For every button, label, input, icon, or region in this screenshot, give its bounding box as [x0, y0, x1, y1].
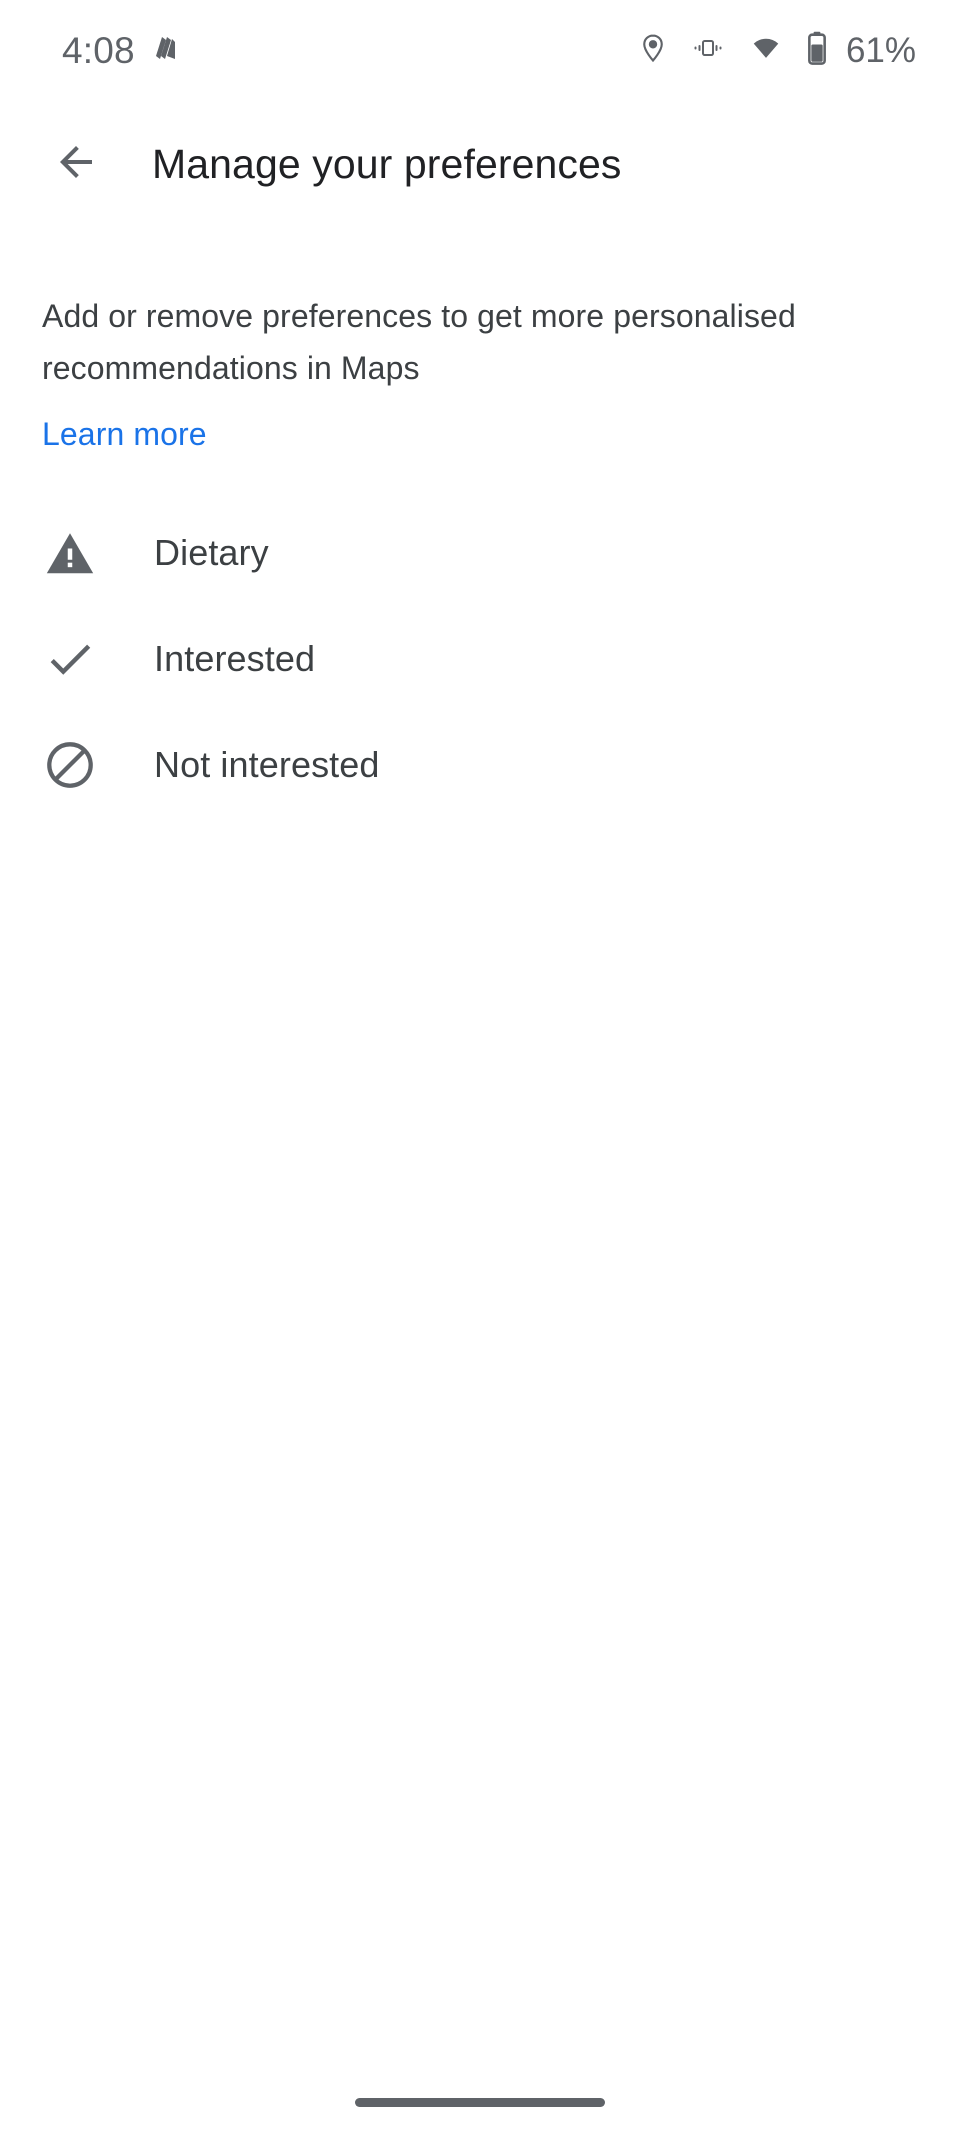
location-pin-icon — [638, 31, 668, 70]
warning-triangle-icon — [40, 523, 100, 583]
list-item-label: Not interested — [154, 744, 380, 785]
gesture-nav-handle[interactable] — [355, 2097, 605, 2107]
back-arrow-icon — [52, 138, 100, 191]
list-item-not-interested[interactable]: Not interested — [0, 712, 960, 818]
vibrate-icon — [690, 34, 726, 67]
status-bar-clock: 4:08 — [62, 29, 135, 71]
gesture-nav-bar — [0, 2062, 960, 2142]
list-item-label: Dietary — [154, 532, 269, 573]
battery-percentage: 61% — [845, 30, 916, 70]
page-title: Manage your preferences — [152, 140, 622, 187]
preferences-list: Dietary Interested Not interested — [0, 500, 960, 818]
phone-screen: 4:08 61% Manage your preferences Add or … — [0, 0, 960, 2142]
layers-notification-icon — [153, 34, 179, 67]
wifi-icon — [748, 34, 784, 67]
status-bar-left: 4:08 — [62, 32, 179, 69]
block-icon — [40, 735, 100, 795]
description-text: Add or remove preferences to get more pe… — [42, 298, 796, 386]
list-item-dietary[interactable]: Dietary — [0, 500, 960, 606]
learn-more-link[interactable]: Learn more — [42, 410, 207, 458]
back-button[interactable] — [30, 118, 122, 210]
status-bar: 4:08 61% — [0, 0, 960, 100]
status-bar-right: 61% — [638, 31, 916, 70]
battery-icon — [806, 31, 828, 70]
app-bar: Manage your preferences — [0, 118, 960, 210]
check-icon — [40, 629, 100, 689]
list-item-interested[interactable]: Interested — [0, 606, 960, 712]
list-item-label: Interested — [154, 638, 316, 679]
